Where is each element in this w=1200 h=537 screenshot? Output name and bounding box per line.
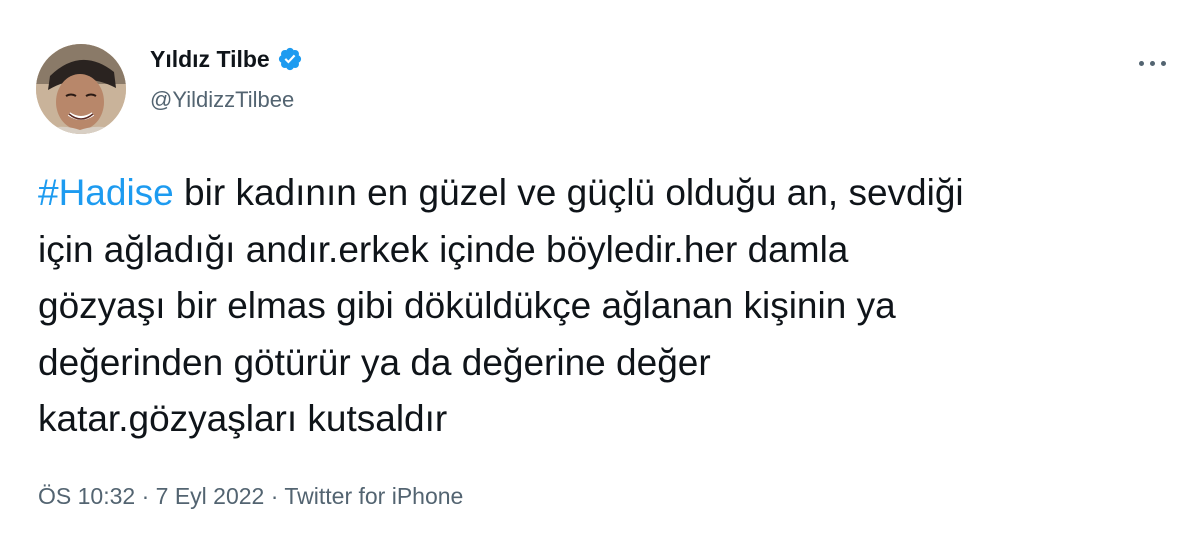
tweet-text: #Hadise bir kadının en güzel ve güçlü ol… bbox=[38, 165, 1178, 448]
more-horizontal-icon bbox=[1138, 60, 1144, 66]
tweet-time[interactable]: ÖS 10:32 bbox=[38, 483, 135, 509]
tweet-card: Yıldız Tilbe @YildizzTilbee #Hadise bir … bbox=[0, 0, 1200, 537]
tweet-body: bir kadının en güzel ve güçlü olduğu an,… bbox=[38, 172, 964, 439]
more-horizontal-icon bbox=[1160, 60, 1166, 66]
tweet-source[interactable]: Twitter for iPhone bbox=[284, 483, 463, 509]
display-name[interactable]: Yıldız Tilbe bbox=[150, 44, 270, 74]
more-horizontal-icon bbox=[1149, 60, 1155, 66]
tweet-date[interactable]: 7 Eyl 2022 bbox=[156, 483, 265, 509]
name-row: Yıldız Tilbe bbox=[150, 44, 303, 74]
separator: · bbox=[264, 483, 285, 509]
author-block: Yıldız Tilbe @YildizzTilbee bbox=[150, 44, 303, 114]
avatar[interactable] bbox=[36, 44, 126, 134]
tweet-metadata: ÖS 10:32 · 7 Eyl 2022 · Twitter for iPho… bbox=[38, 481, 463, 511]
hashtag-link[interactable]: #Hadise bbox=[38, 172, 174, 213]
avatar-image bbox=[36, 44, 126, 134]
separator: · bbox=[135, 483, 156, 509]
verified-badge-icon bbox=[277, 46, 303, 72]
more-options-button[interactable] bbox=[1124, 50, 1180, 76]
user-handle[interactable]: @YildizzTilbee bbox=[150, 86, 303, 114]
